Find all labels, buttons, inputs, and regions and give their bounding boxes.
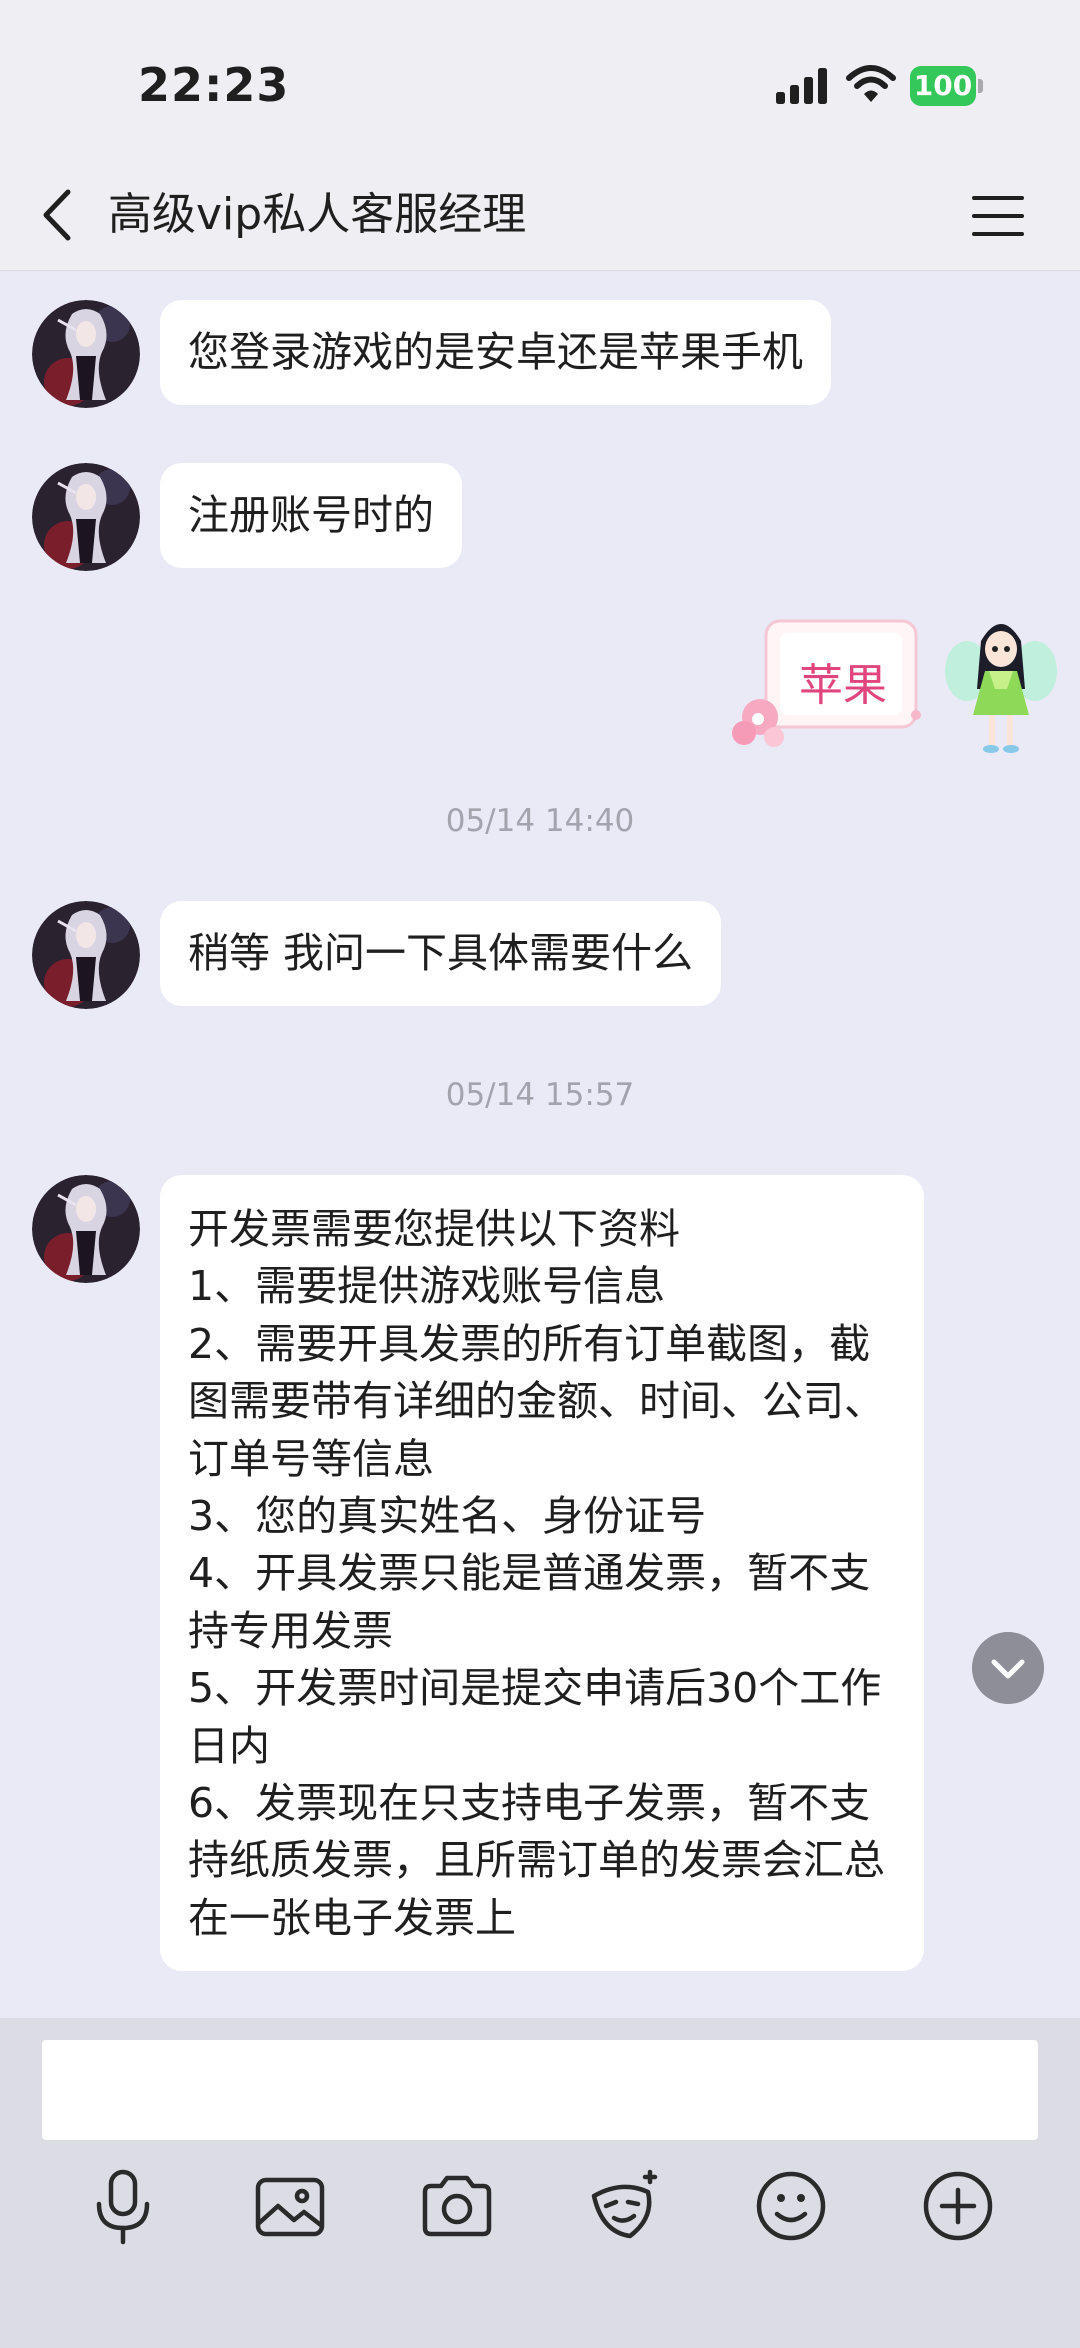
agent-message-bubble: 稍等 我问一下具体需要什么	[160, 901, 722, 1006]
battery-tip	[978, 79, 983, 93]
chat-message-list[interactable]: 您登录游戏的是安卓还是苹果手机 注册账号时的 苹果 05/14 14:40 稍等…	[0, 271, 1080, 2018]
sticker-text: 苹果	[799, 660, 887, 711]
chat-title: 高级vip私人客服经理	[108, 189, 527, 240]
agent-avatar[interactable]	[32, 901, 140, 1009]
sticker-face-icon	[591, 2169, 658, 2239]
status-time: 22:23	[138, 58, 290, 112]
user-sticker-message[interactable]: 苹果	[730, 613, 926, 753]
photo-album-button[interactable]	[250, 2166, 330, 2246]
battery-indicator: 100	[910, 66, 984, 106]
image-icon	[255, 2177, 325, 2237]
agent-message-bubble: 您登录游戏的是安卓还是苹果手机	[160, 300, 831, 405]
menu-button[interactable]	[966, 184, 1030, 248]
sticker-button[interactable]	[584, 2166, 664, 2246]
voice-button[interactable]	[83, 2166, 163, 2246]
agent-avatar[interactable]	[32, 1175, 140, 1283]
message-timestamp: 05/14 14:40	[445, 803, 635, 839]
camera-button[interactable]	[417, 2166, 497, 2246]
agent-avatar[interactable]	[32, 463, 140, 571]
emoji-button[interactable]	[751, 2166, 831, 2246]
microphone-icon	[96, 2169, 150, 2245]
user-avatar[interactable]	[945, 611, 1057, 761]
cellular-signal-icon	[776, 68, 827, 104]
chevron-left-icon	[43, 189, 71, 241]
agent-message-bubble: 注册账号时的	[160, 463, 462, 568]
agent-avatar[interactable]	[32, 300, 140, 408]
message-timestamp: 05/14 15:57	[445, 1077, 635, 1113]
plus-circle-icon	[923, 2171, 993, 2241]
back-button[interactable]	[30, 182, 90, 248]
hamburger-menu-icon	[972, 196, 1024, 236]
more-button[interactable]	[918, 2166, 998, 2246]
nav-bar: 高级vip私人客服经理	[0, 160, 1080, 271]
message-input[interactable]	[42, 2040, 1038, 2140]
agent-message-bubble-invoice-info: 开发票需要您提供以下资料 1、需要提供游戏账号信息 2、需要开具发票的所有订单截…	[160, 1175, 924, 1972]
scroll-to-bottom-button[interactable]	[972, 1632, 1044, 1704]
wifi-icon	[846, 65, 896, 102]
emoji-icon	[756, 2171, 826, 2241]
battery-level: 100	[910, 66, 976, 106]
input-panel	[0, 2018, 1080, 2348]
camera-icon	[422, 2175, 492, 2237]
status-bar: 22:23 100	[0, 0, 1080, 160]
